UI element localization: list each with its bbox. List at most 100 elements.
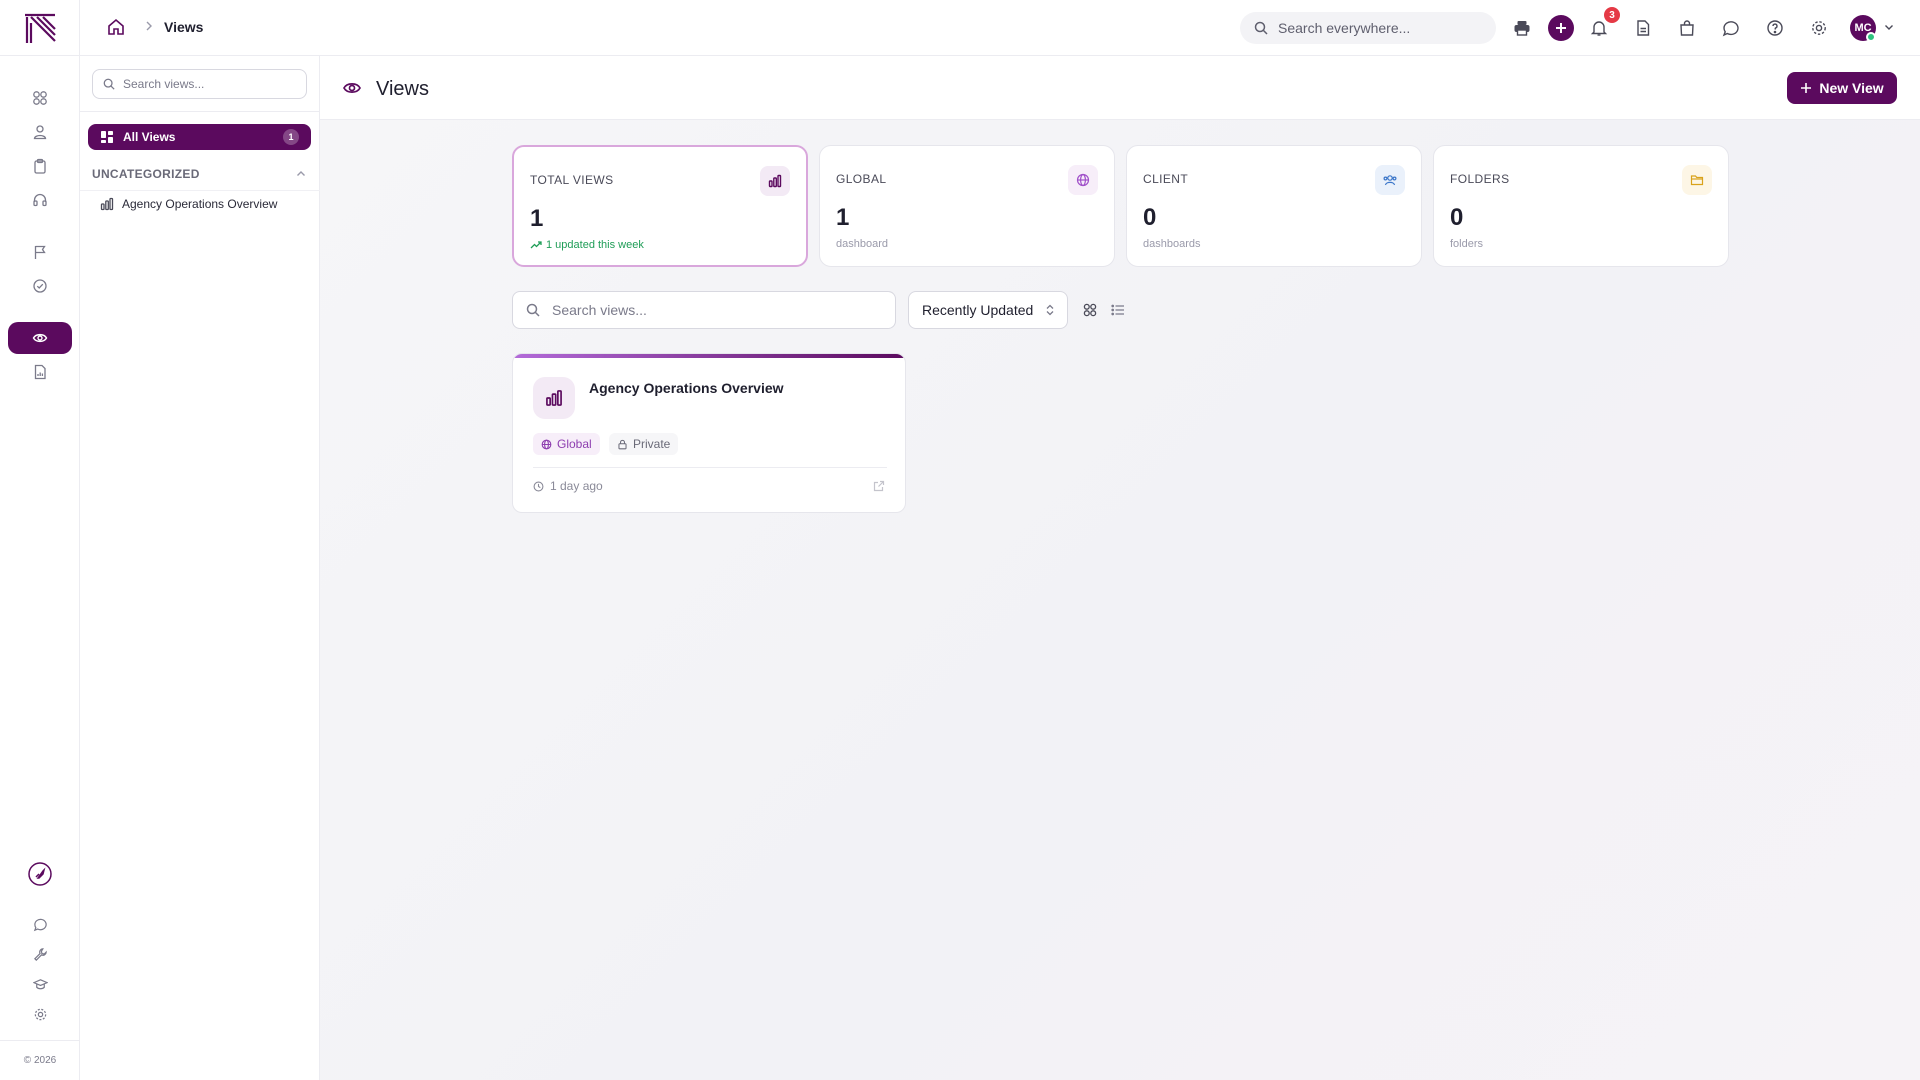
bar-chart-icon [100, 197, 114, 211]
rail-divider [0, 55, 80, 56]
stat-label: TOTAL VIEWS [530, 173, 614, 187]
rail-support[interactable] [8, 184, 72, 216]
printer-icon[interactable] [1508, 14, 1536, 42]
stat-card-folders[interactable]: FOLDERS 0 folders [1433, 145, 1729, 267]
main-content: Views New View TOTAL VIEWS 1 1 updated t… [320, 56, 1920, 1080]
sidebar-search-placeholder: Search views... [123, 77, 205, 91]
copyright: © 2026 [0, 1040, 80, 1080]
document-chart-icon [34, 364, 46, 380]
clock-icon [533, 481, 544, 491]
help-circle-icon [1767, 20, 1783, 36]
grid-view-toggle[interactable] [1080, 300, 1100, 320]
search-icon [1254, 21, 1268, 35]
settings-gear-icon [1812, 21, 1826, 35]
tag-global: Global [533, 433, 600, 455]
views-search-input[interactable]: Search views... [512, 291, 896, 329]
shop-button[interactable] [1673, 14, 1701, 42]
rail-compliance[interactable] [8, 270, 72, 302]
rail-onboarding[interactable] [8, 858, 72, 890]
breadcrumb-chevron-icon [142, 19, 156, 33]
sidebar-view-item[interactable]: Agency Operations Overview [100, 194, 277, 214]
app-rail: © 2026 [0, 0, 80, 1080]
client-users-icon [1375, 165, 1405, 195]
list-icon [1111, 304, 1124, 316]
rail-views[interactable] [8, 322, 72, 354]
quick-add-button[interactable] [1548, 15, 1574, 41]
plus-icon [1556, 23, 1566, 33]
settings-button[interactable] [1805, 14, 1833, 42]
section-divider [80, 190, 320, 191]
flag-icon [34, 245, 46, 259]
dashboard-grid-icon [33, 91, 47, 105]
help-button[interactable] [1761, 14, 1789, 42]
headset-icon [33, 193, 47, 207]
views-search-placeholder: Search views... [552, 302, 647, 318]
bell-icon [1590, 21, 1608, 36]
all-views-count: 1 [283, 129, 299, 145]
notification-badge: 3 [1604, 7, 1620, 23]
globe-icon [1068, 165, 1098, 195]
bar-chart-icon [533, 377, 575, 419]
sidebar-view-label: Agency Operations Overview [122, 197, 278, 211]
sidebar-item-all-views[interactable]: All Views 1 [88, 124, 311, 150]
globe-icon [541, 439, 552, 449]
rail-tools[interactable] [8, 938, 72, 970]
view-card-updated: 1 day ago [533, 479, 603, 493]
rail-tasks[interactable] [8, 150, 72, 182]
top-bar: Views Search everywhere... 3 MC [80, 0, 1920, 56]
page-header: Views New View [320, 56, 1920, 120]
sidebar-search-input[interactable]: Search views... [92, 69, 307, 99]
trending-up-icon [530, 241, 542, 249]
view-card[interactable]: Agency Operations Overview Global Privat… [512, 353, 906, 513]
clipboard-icon [34, 158, 46, 174]
sidebar-divider [80, 111, 320, 112]
view-card-title: Agency Operations Overview [589, 380, 784, 396]
sort-select[interactable]: Recently Updated [908, 291, 1068, 329]
rocket-icon [28, 862, 52, 886]
online-status-dot [1866, 32, 1876, 42]
rail-clients[interactable] [8, 116, 72, 148]
search-icon [526, 303, 540, 317]
stat-label: FOLDERS [1450, 172, 1510, 186]
stat-sub: 1 updated this week [546, 239, 644, 251]
external-link-icon[interactable] [873, 480, 885, 492]
rail-reports[interactable] [8, 356, 72, 388]
rail-academy[interactable] [8, 968, 72, 1000]
rail-messages[interactable] [8, 908, 72, 940]
list-view-toggle[interactable] [1108, 300, 1128, 320]
stat-card-client[interactable]: CLIENT 0 dashboards [1126, 145, 1422, 267]
settings-gear-icon [34, 1008, 46, 1020]
stat-value: 0 [1450, 204, 1464, 231]
brand-logo[interactable] [22, 10, 58, 46]
document-icon [1637, 20, 1650, 36]
chat-button[interactable] [1717, 14, 1745, 42]
rail-goals[interactable] [8, 236, 72, 268]
rail-dashboard[interactable] [8, 82, 72, 114]
home-icon[interactable] [106, 17, 126, 37]
global-search-input[interactable]: Search everywhere... [1240, 12, 1496, 44]
chevron-down-icon[interactable] [1883, 21, 1895, 33]
global-search-placeholder: Search everywhere... [1278, 20, 1411, 36]
plus-icon [1801, 83, 1812, 93]
search-icon [103, 78, 115, 90]
wrench-icon [33, 947, 47, 961]
rail-settings[interactable] [8, 998, 72, 1030]
new-view-button[interactable]: New View [1787, 72, 1897, 104]
layout-grid-icon [101, 131, 113, 143]
section-uncategorized[interactable]: UNCATEGORIZED [92, 164, 307, 184]
graduation-cap-icon [32, 978, 48, 989]
stat-label: CLIENT [1143, 172, 1189, 186]
documents-button[interactable] [1629, 14, 1657, 42]
stat-trend: 1 updated this week [530, 239, 644, 251]
badge-check-icon [33, 279, 47, 293]
view-card-updated-label: 1 day ago [550, 479, 603, 493]
stat-card-total-views[interactable]: TOTAL VIEWS 1 1 updated this week [512, 145, 808, 267]
stat-value: 1 [836, 204, 850, 231]
lock-icon [618, 439, 627, 449]
chat-bubble-icon [33, 918, 47, 931]
tag-private: Private [609, 433, 679, 455]
stat-value: 1 [530, 205, 544, 232]
folder-icon [1682, 165, 1712, 195]
stat-card-global[interactable]: GLOBAL 1 dashboard [819, 145, 1115, 267]
tag-private-label: Private [633, 437, 671, 451]
